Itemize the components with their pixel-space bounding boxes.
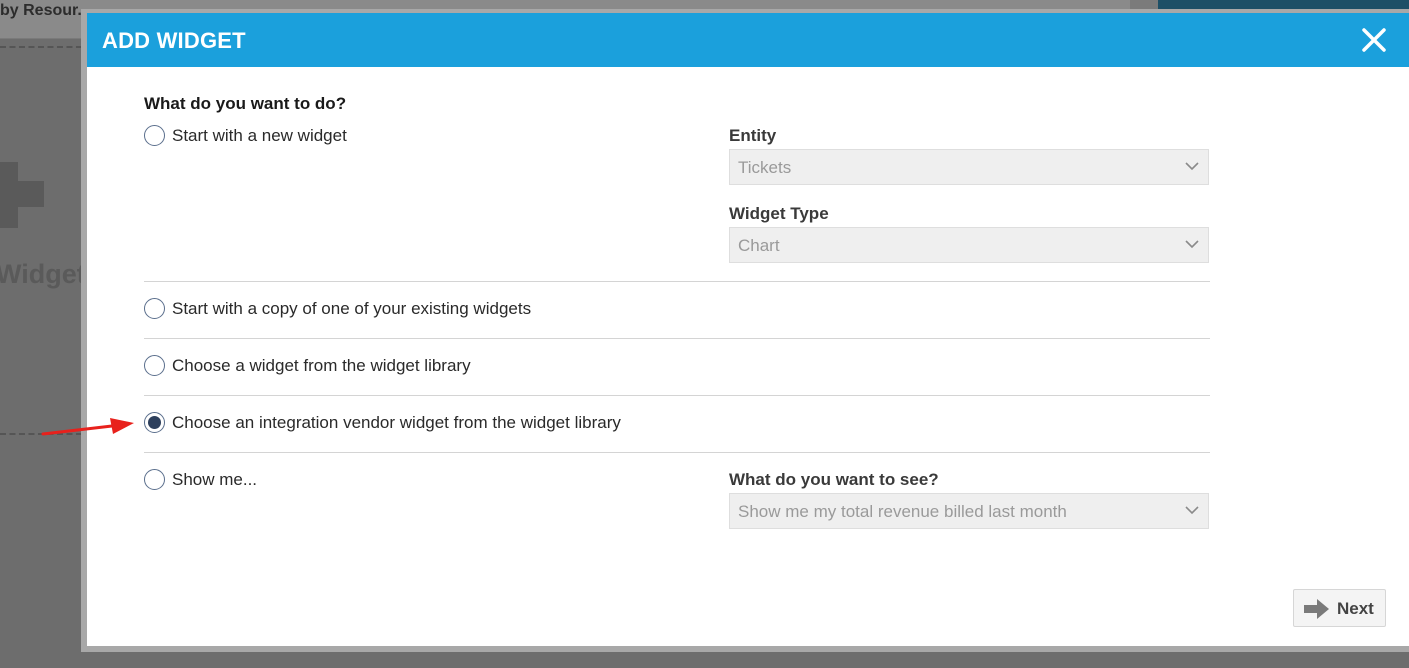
close-icon[interactable]	[1359, 25, 1389, 55]
option-label: Choose an integration vendor widget from…	[172, 412, 621, 432]
add-plus-icon	[0, 181, 44, 207]
modal-body: ADD WIDGET What do you want to do? Start…	[87, 13, 1409, 646]
entity-label: Entity	[729, 126, 777, 145]
modal-title: ADD WIDGET	[102, 28, 246, 53]
arrow-right-icon	[1304, 599, 1329, 619]
background-widget-label: Widget	[0, 259, 86, 289]
widget-type-select[interactable]: Chart	[729, 227, 1209, 263]
option-label: Start with a new widget	[172, 125, 347, 145]
option-label: Start with a copy of one of your existin…	[172, 298, 532, 318]
option-label: Choose a widget from the widget library	[172, 355, 471, 375]
divider	[144, 452, 1210, 453]
option-integration-vendor-widget[interactable]: Choose an integration vendor widget from…	[144, 412, 621, 433]
widget-type-select-value: Chart	[738, 236, 780, 255]
radio-button[interactable]	[144, 469, 165, 490]
add-widget-modal: ADD WIDGET What do you want to do? Start…	[81, 9, 1409, 652]
chevron-down-icon	[1185, 240, 1199, 249]
modal-header: ADD WIDGET	[87, 13, 1409, 67]
background-dashed-line	[0, 46, 82, 48]
show-me-select[interactable]: Show me my total revenue billed last mon…	[729, 493, 1209, 529]
chevron-down-icon	[1185, 506, 1199, 515]
divider	[144, 395, 1210, 396]
option-copy-widget[interactable]: Start with a copy of one of your existin…	[144, 298, 531, 319]
option-new-widget[interactable]: Start with a new widget	[144, 125, 347, 146]
show-me-label: What do you want to see?	[729, 470, 939, 489]
divider	[144, 281, 1210, 282]
option-label: Show me...	[172, 469, 258, 489]
option-show-me[interactable]: Show me...	[144, 469, 257, 490]
entity-select[interactable]: Tickets	[729, 149, 1209, 185]
radio-button[interactable]	[144, 298, 165, 319]
annotation-arrow-icon	[41, 418, 134, 436]
widget-type-label: Widget Type	[729, 204, 829, 223]
background-tab-text: by Resour...	[0, 2, 91, 19]
chevron-down-icon	[1185, 162, 1199, 171]
radio-button[interactable]	[144, 125, 165, 146]
divider	[144, 338, 1210, 339]
radio-button[interactable]	[144, 355, 165, 376]
next-button[interactable]: Next	[1293, 589, 1386, 627]
show-me-select-value: Show me my total revenue billed last mon…	[738, 502, 1067, 521]
entity-select-value: Tickets	[738, 158, 792, 177]
option-widget-library[interactable]: Choose a widget from the widget library	[144, 355, 471, 376]
radio-button-selected[interactable]	[144, 412, 165, 433]
question-heading: What do you want to do?	[144, 94, 347, 113]
next-button-label: Next	[1337, 599, 1374, 618]
